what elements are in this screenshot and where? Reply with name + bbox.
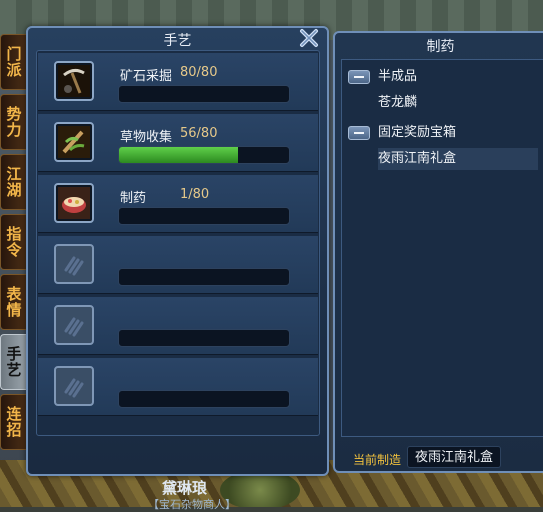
tab-combos[interactable]: 连招	[0, 394, 26, 450]
npc-name: 黛琳琅	[162, 479, 208, 497]
herb-icon	[54, 122, 94, 162]
current-craft-label: 当前制造	[353, 453, 402, 467]
skill-progress-fill	[119, 147, 238, 163]
skill-row-herbs[interactable]: 草物收集 56/80	[38, 114, 318, 172]
skill-progress-bar	[118, 390, 290, 408]
skill-value: 56/80	[180, 126, 218, 141]
collapse-icon[interactable]	[348, 125, 370, 140]
tab-jianghu[interactable]: 江湖	[0, 154, 26, 210]
close-icon[interactable]	[299, 28, 319, 48]
tree-item-label: 苍龙麟	[378, 95, 418, 110]
tab-emotes[interactable]: 表情	[0, 274, 26, 330]
tab-crafting[interactable]: 手艺	[0, 334, 26, 390]
skill-name: 制药	[120, 191, 147, 206]
skill-row-medicine[interactable]: 制药 1/80	[38, 175, 318, 233]
tree-item-canglong[interactable]: 苍龙麟	[378, 92, 538, 114]
empty-hand-icon	[54, 366, 94, 406]
recipe-tree: 半成品 苍龙麟 固定奖励宝箱 夜雨江南礼盒	[341, 59, 543, 437]
medicine-panel: 制药 半成品 苍龙麟 固定奖励宝箱 夜雨江南礼盒 当前制造 夜雨江南礼盒	[333, 31, 543, 473]
crafting-panel: 手艺 矿石采掘 80/80 草物收集 56/80 制药 1/80	[26, 26, 329, 476]
tab-faction[interactable]: 势力	[0, 94, 26, 150]
crafting-panel-title: 手艺	[163, 33, 192, 49]
skill-progress-bar	[118, 207, 290, 225]
tree-group-semi-finished[interactable]: 半成品	[348, 66, 538, 88]
skill-row-empty[interactable]	[38, 297, 318, 355]
skill-row-empty[interactable]	[38, 236, 318, 294]
tree-item-label: 夜雨江南礼盒	[378, 151, 457, 166]
medicine-icon	[54, 183, 94, 223]
medicine-panel-title: 制药	[426, 39, 455, 55]
skill-list: 矿石采掘 80/80 草物收集 56/80 制药 1/80	[36, 50, 320, 436]
tab-commands[interactable]: 指令	[0, 214, 26, 270]
skill-name: 矿石采掘	[120, 69, 173, 84]
skill-progress-bar	[118, 85, 290, 103]
collapse-icon[interactable]	[348, 69, 370, 84]
empty-hand-icon	[54, 244, 94, 284]
tree-group-label: 固定奖励宝箱	[378, 125, 457, 140]
current-craft-value: 夜雨江南礼盒	[407, 446, 501, 468]
empty-hand-icon	[54, 305, 94, 345]
skill-value: 80/80	[180, 65, 218, 80]
tree-item-gift-box[interactable]: 夜雨江南礼盒	[378, 148, 538, 170]
skill-row-empty[interactable]	[38, 358, 318, 416]
tab-sect[interactable]: 门派	[0, 34, 26, 90]
skill-progress-bar	[118, 268, 290, 286]
npc-title: 【宝石杂物商人】	[148, 498, 236, 511]
pickaxe-icon	[54, 61, 94, 101]
skill-progress-bar	[118, 329, 290, 347]
skill-row-mining[interactable]: 矿石采掘 80/80	[38, 53, 318, 111]
skill-progress-bar	[118, 146, 290, 164]
skill-value: 1/80	[180, 187, 210, 202]
tree-group-reward-chest[interactable]: 固定奖励宝箱	[348, 122, 538, 144]
skill-name: 草物收集	[120, 130, 173, 145]
tree-group-label: 半成品	[378, 69, 418, 84]
